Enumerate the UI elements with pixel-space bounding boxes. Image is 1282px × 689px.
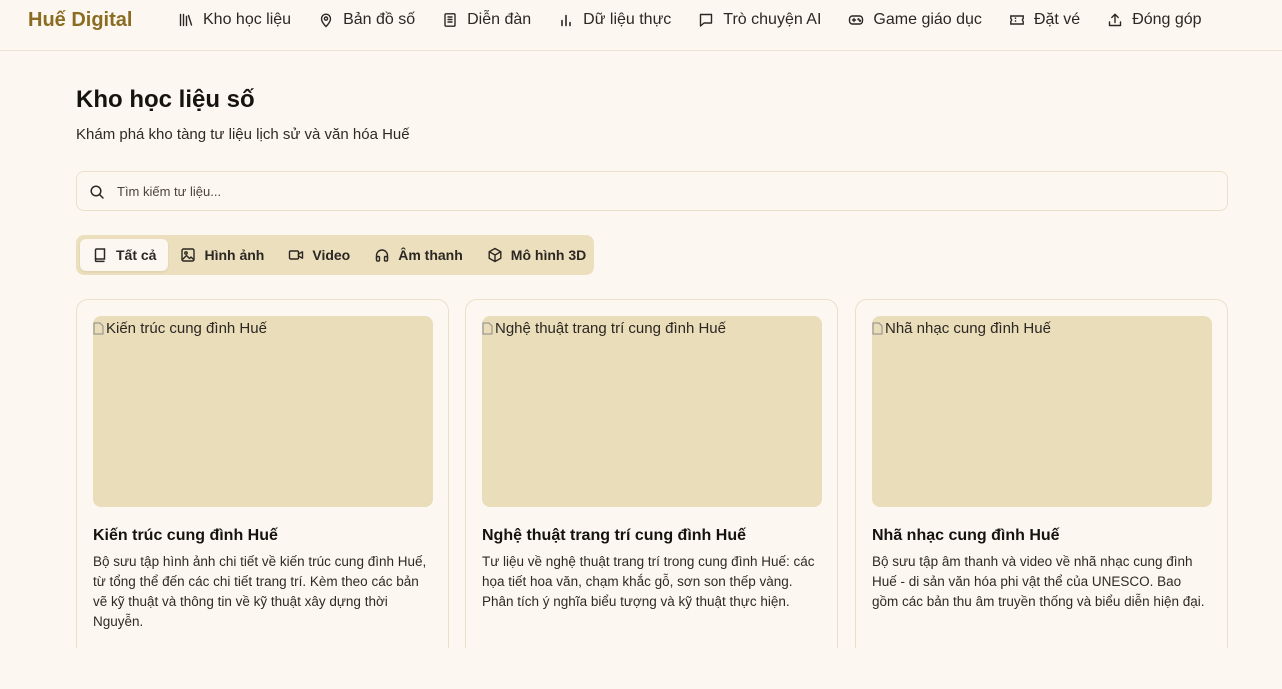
nav-item-library[interactable]: Kho học liệu (178, 0, 291, 40)
map-pin-icon (320, 13, 332, 28)
card-image[interactable]: Nghệ thuật trang trí cung đình Huế (482, 316, 822, 507)
cube-icon (488, 247, 502, 263)
media-filter-tabs: Tất cả Hình ảnh Video Âm thanh Mô hình 3… (76, 235, 594, 275)
nav-item-label: Trò chuyện AI (723, 11, 822, 28)
nav-item-label: Đóng góp (1132, 11, 1202, 28)
card-description: Bộ sưu tập hình ảnh chi tiết về kiến trú… (93, 554, 427, 629)
video-icon (289, 250, 304, 260)
tab-all[interactable]: Tất cả (80, 239, 169, 271)
nav-item-contribute[interactable]: Đóng góp (1107, 0, 1202, 40)
book-icon (94, 248, 106, 263)
headphones-icon (376, 249, 389, 262)
page-title: Kho học liệu số (76, 86, 255, 113)
upload-icon (1108, 13, 1122, 27)
search-icon (90, 185, 104, 199)
tab-3d-models[interactable]: Mô hình 3D (475, 239, 598, 271)
viewport-bottom (0, 648, 1282, 689)
brand-logo[interactable]: Huế Digital (28, 9, 132, 32)
tab-video[interactable]: Video (276, 239, 362, 271)
nav-item-label: Dữ liệu thực (583, 11, 672, 28)
nav-item-label: Game giáo dục (873, 11, 982, 28)
card-title[interactable]: Kiến trúc cung đình Huế (93, 527, 278, 545)
broken-image-icon (482, 322, 493, 335)
image-icon (181, 248, 196, 262)
tab-label: Âm thanh (398, 247, 463, 263)
nav-item-tickets[interactable]: Đặt vé (1009, 0, 1080, 40)
nav-item-map[interactable]: Bản đồ số (318, 0, 415, 40)
tab-images[interactable]: Hình ảnh (168, 239, 276, 271)
resource-card[interactable]: Nhã nhạc cung đình Huế Nhã nhạc cung đìn… (855, 299, 1228, 679)
search-bar (76, 171, 1228, 211)
card-image[interactable]: Kiến trúc cung đình Huế (93, 316, 433, 507)
nav-item-data[interactable]: Dữ liệu thực (558, 0, 671, 40)
nav-item-label: Diễn đàn (467, 11, 532, 28)
main-nav: Kho học liệu Bản đồ số Diễn đàn Dữ liệu … (178, 0, 1202, 40)
tab-audio[interactable]: Âm thanh (362, 239, 475, 271)
card-image[interactable]: Nhã nhạc cung đình Huế (872, 316, 1212, 507)
library-icon (179, 13, 193, 27)
top-navbar: Huế Digital Kho học liệu Bản đồ số Diễn … (0, 0, 1282, 51)
nav-item-ai-chat[interactable]: Trò chuyện AI (698, 0, 821, 40)
image-alt-text: Kiến trúc cung đình Huế (106, 320, 267, 337)
broken-image-icon (93, 322, 104, 335)
bar-chart-icon (561, 14, 571, 27)
broken-image-icon (872, 322, 883, 335)
image-alt-text: Nghệ thuật trang trí cung đình Huế (495, 320, 726, 337)
gamepad-icon (849, 15, 864, 25)
card-description: Bộ sưu tập âm thanh và video về nhã nhạc… (872, 554, 1205, 609)
resource-card[interactable]: Kiến trúc cung đình Huế Kiến trúc cung đ… (76, 299, 449, 679)
nav-item-games[interactable]: Game giáo dục (848, 0, 982, 40)
search-input[interactable] (117, 172, 1217, 210)
tab-label: Hình ảnh (204, 247, 265, 263)
nav-item-label: Kho học liệu (203, 11, 292, 28)
image-alt-text: Nhã nhạc cung đình Huế (885, 320, 1051, 337)
tab-label: Mô hình 3D (510, 247, 587, 263)
page-subtitle: Khám phá kho tàng tư liệu lịch sử và văn… (76, 126, 410, 143)
nav-item-label: Đặt vé (1033, 11, 1081, 28)
ticket-icon (1010, 15, 1024, 25)
nav-item-label: Bản đồ số (343, 11, 416, 28)
chat-icon (700, 13, 713, 27)
tab-label: Tất cả (116, 247, 157, 263)
card-title[interactable]: Nhã nhạc cung đình Huế (872, 527, 1060, 545)
card-description: Tư liệu về nghệ thuật trang trí trong cu… (482, 554, 815, 609)
resource-card[interactable]: Nghệ thuật trang trí cung đình Huế Nghệ … (465, 299, 838, 679)
book-icon (444, 13, 456, 27)
card-title[interactable]: Nghệ thuật trang trí cung đình Huế (482, 527, 746, 545)
nav-item-forum[interactable]: Diễn đàn (442, 0, 531, 40)
tab-label: Video (312, 247, 351, 263)
